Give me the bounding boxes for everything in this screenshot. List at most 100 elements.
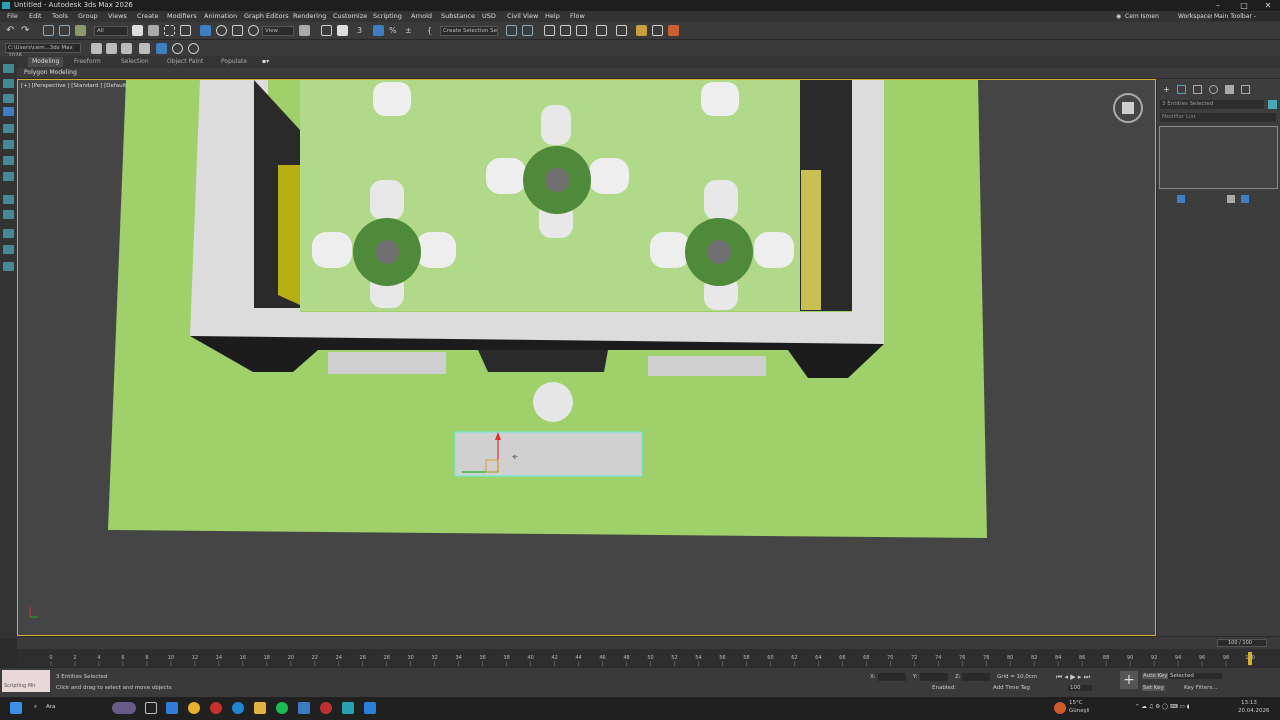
selection-filter-dropdown[interactable]: All [94, 26, 128, 36]
render-setup-icon[interactable] [652, 25, 663, 36]
motion-tab-icon[interactable] [1209, 85, 1218, 94]
angle-snap-icon[interactable] [373, 25, 384, 36]
link-icon[interactable] [43, 25, 54, 36]
project-path-field[interactable]: C:\Users\cem...3ds Max 2026 [5, 43, 81, 59]
browser-icon[interactable] [232, 702, 244, 714]
unlink-icon[interactable] [59, 25, 70, 36]
redo-icon[interactable]: ↷ [21, 25, 32, 36]
menu-flow[interactable]: Flow [570, 11, 585, 22]
viewport-scene[interactable]: ⌖ [18, 80, 1156, 636]
menu-modifiers[interactable]: Modifiers [167, 11, 197, 22]
menu-usd[interactable]: USD [482, 11, 496, 22]
menu-customize[interactable]: Customize [333, 11, 367, 22]
configure-modifier-icon[interactable] [1241, 195, 1249, 203]
menu-edit[interactable]: Edit [29, 11, 42, 22]
reference-coordinate-dropdown[interactable]: View [262, 26, 294, 36]
maximize-button[interactable]: □ [1234, 0, 1254, 11]
playback-controls[interactable]: ⏮ ◂ ▶ ▸ ⏭ [1056, 673, 1090, 682]
menu-create[interactable]: Create [137, 11, 159, 22]
display-tab-icon[interactable] [1225, 85, 1234, 94]
workspace-dropdown[interactable]: Main Toolbar - modular [1212, 12, 1280, 29]
ribbon-toggle-icon[interactable] [576, 25, 587, 36]
menu-group[interactable]: Group [78, 11, 98, 22]
search-icon[interactable]: ⌕ [34, 704, 37, 711]
project-save-icon[interactable] [121, 43, 132, 54]
vscode-icon[interactable] [364, 702, 376, 714]
weather-icon[interactable] [1054, 702, 1066, 714]
window-crossing-icon[interactable] [180, 25, 191, 36]
close-button[interactable]: ✕ [1258, 0, 1278, 11]
mirror-icon[interactable] [506, 25, 517, 36]
spinner-snap-icon[interactable]: ± [405, 25, 416, 36]
remove-modifier-icon[interactable] [1227, 195, 1235, 203]
windows-start-icon[interactable] [10, 702, 22, 714]
chrome-icon[interactable] [188, 702, 200, 714]
spotify-icon[interactable] [276, 702, 288, 714]
menu-animation[interactable]: Animation [204, 11, 237, 22]
current-frame-marker[interactable] [1248, 652, 1252, 665]
selection-set-input[interactable]: Create Selection Se [440, 26, 498, 36]
lock-selection-icon[interactable] [172, 43, 183, 54]
tab-modeling[interactable]: Modeling [28, 57, 64, 67]
key-selection-dropdown[interactable]: Selected [1168, 673, 1222, 679]
user-name[interactable]: Cem Ismen [1125, 11, 1159, 22]
pin-stack-icon[interactable] [1177, 195, 1185, 203]
object-color-swatch[interactable] [1268, 100, 1277, 109]
maxscript-listener[interactable]: Scripting Mir [2, 670, 50, 692]
select-object-icon[interactable] [132, 25, 143, 36]
perspective-viewport[interactable]: [+] [Perspective ] [Standard ] [Default … [17, 79, 1156, 636]
x-coordinate-field[interactable] [878, 673, 906, 681]
project-settings-icon[interactable] [139, 43, 150, 54]
menu-rendering[interactable]: Rendering [293, 11, 326, 22]
isolate-selection-icon[interactable] [156, 43, 167, 54]
scene-explorer-icon[interactable] [544, 25, 555, 36]
auto-key-button[interactable]: Auto Key [1142, 673, 1169, 679]
file-explorer-icon[interactable] [254, 702, 266, 714]
lights-tool-icon[interactable] [3, 229, 14, 238]
menu-views[interactable]: Views [108, 11, 127, 22]
time-slider[interactable]: 100 / 100 [1217, 639, 1267, 647]
select-scale-icon[interactable] [232, 25, 243, 36]
snap-tool-icon[interactable] [3, 64, 14, 73]
shapes-tool-icon[interactable] [3, 262, 14, 271]
menu-arnold[interactable]: Arnold [411, 11, 432, 22]
steam-icon[interactable] [298, 702, 310, 714]
tab-freeform[interactable]: Freeform [70, 57, 105, 67]
align-icon[interactable] [522, 25, 533, 36]
utilities-tab-icon[interactable] [1241, 85, 1250, 94]
minimize-button[interactable]: – [1208, 0, 1228, 11]
select-move-icon[interactable] [200, 25, 211, 36]
menu-help[interactable]: Help [545, 11, 560, 22]
current-frame-field[interactable]: 100 [1068, 685, 1092, 691]
menu-substance[interactable]: Substance [441, 11, 475, 22]
modifier-stack[interactable] [1159, 126, 1278, 189]
project-folder-icon[interactable] [91, 43, 102, 54]
set-key-button[interactable]: Set Key [1142, 685, 1165, 691]
tab-populate[interactable]: Populate [217, 57, 251, 67]
layer-explorer-icon[interactable] [560, 25, 571, 36]
media-app-icon[interactable] [320, 702, 332, 714]
opera-icon[interactable] [210, 702, 222, 714]
named-selection-icon[interactable]: { [427, 25, 438, 36]
rect-selection-icon[interactable] [164, 25, 175, 36]
snaps-toggle-icon[interactable]: 3 [357, 25, 368, 36]
select-rotate-icon[interactable] [216, 25, 227, 36]
filter-tool-icon[interactable] [3, 156, 14, 165]
polygon-modeling-label[interactable]: Polygon Modeling [24, 68, 77, 77]
z-coordinate-field[interactable] [962, 673, 990, 681]
select-place-icon[interactable] [248, 25, 259, 36]
layer-tool-icon[interactable] [3, 140, 14, 149]
scene-explorer-tool-icon[interactable] [3, 107, 14, 116]
keyboard-shortcut-icon[interactable] [337, 25, 348, 36]
undo-icon[interactable]: ↶ [6, 25, 17, 36]
recent-scenes-icon[interactable] [188, 43, 199, 54]
menu-tools[interactable]: Tools [52, 11, 68, 22]
bind-space-warp-icon[interactable] [75, 25, 86, 36]
select-manipulate-icon[interactable] [321, 25, 332, 36]
hierarchy-tab-icon[interactable] [1193, 85, 1202, 94]
task-view-icon[interactable] [145, 702, 157, 714]
track-bar[interactable]: 100 / 100 [17, 637, 1280, 649]
taskbar-search[interactable]: Ara [46, 704, 55, 710]
curve-editor-icon[interactable] [596, 25, 607, 36]
percent-snap-icon[interactable]: % [389, 25, 400, 36]
